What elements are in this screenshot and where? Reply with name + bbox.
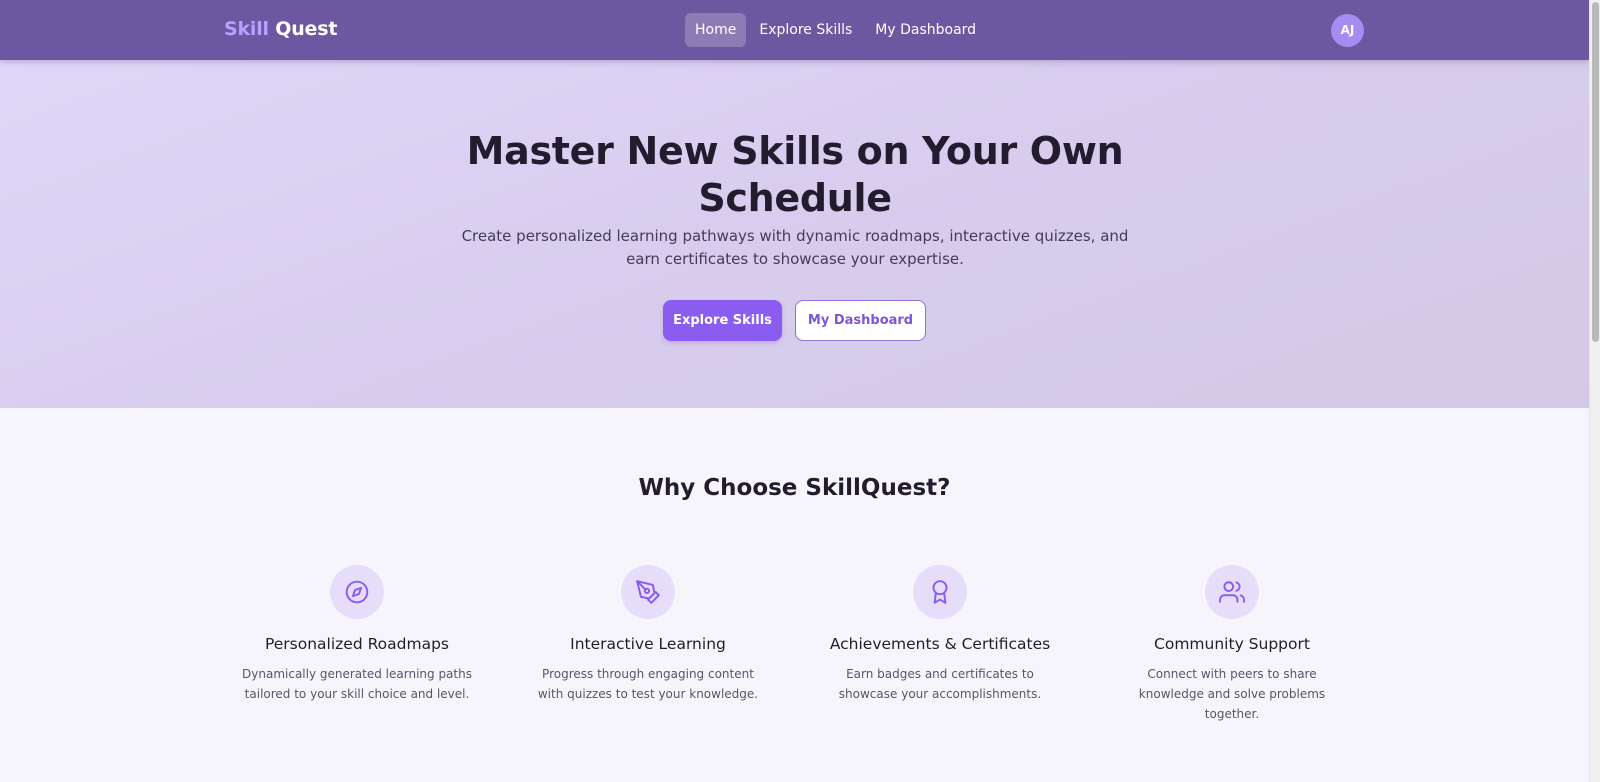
feature-title: Community Support: [1154, 635, 1310, 653]
logo[interactable]: Skill Quest: [224, 18, 337, 40]
pen-tool-icon: [636, 580, 660, 604]
feature-icon-wrap: [621, 565, 675, 619]
feature-description: Progress through engaging content with q…: [537, 667, 759, 701]
users-icon: [1219, 581, 1245, 603]
feature-card: Community Support Connect with peers to …: [1102, 565, 1362, 724]
feature-card: Personalized Roadmaps Dynamically genera…: [227, 565, 487, 704]
nav-my-dashboard[interactable]: My Dashboard: [865, 13, 986, 47]
feature-description: Earn badges and certificates to showcase…: [838, 667, 1042, 701]
hero-title: Master New Skills on Your Own Schedule: [466, 129, 1124, 220]
logo-skill: Skill: [224, 18, 269, 40]
user-avatar[interactable]: AJ: [1331, 14, 1364, 47]
feature-icon-wrap: [913, 565, 967, 619]
feature-title: Achievements & Certificates: [829, 635, 1051, 653]
my-dashboard-button[interactable]: My Dashboard: [795, 300, 926, 341]
compass-icon: [345, 580, 369, 604]
feature-description: Dynamically generated learning paths tai…: [242, 667, 472, 701]
features-title: Why Choose SkillQuest?: [638, 475, 951, 501]
feature-icon-wrap: [330, 565, 384, 619]
explore-skills-button[interactable]: Explore Skills: [663, 300, 782, 341]
feature-card: Achievements & Certificates Earn badges …: [810, 565, 1070, 704]
hero-section: Master New Skills on Your Own Schedule C…: [0, 60, 1589, 408]
page: Skill Quest Home Explore Skills My Dashb…: [0, 0, 1589, 782]
top-navbar: Skill Quest Home Explore Skills My Dashb…: [0, 0, 1589, 60]
feature-icon-wrap: [1205, 565, 1259, 619]
nav-home[interactable]: Home: [685, 13, 747, 47]
feature-description: Connect with peers to share knowledge an…: [1138, 667, 1326, 721]
nav-explore-skills[interactable]: Explore Skills: [749, 13, 862, 47]
vertical-scrollbar[interactable]: [1589, 0, 1600, 782]
hero-subtitle: Create personalized learning pathways wi…: [461, 227, 1129, 268]
award-icon: [932, 580, 948, 604]
feature-title: Interactive Learning: [570, 635, 726, 653]
scrollbar-thumb[interactable]: [1592, 2, 1599, 342]
logo-quest: Quest: [275, 18, 338, 40]
nav-links: Home Explore Skills My Dashboard: [685, 13, 986, 47]
feature-title: Personalized Roadmaps: [264, 635, 450, 653]
feature-card: Interactive Learning Progress through en…: [518, 565, 778, 704]
